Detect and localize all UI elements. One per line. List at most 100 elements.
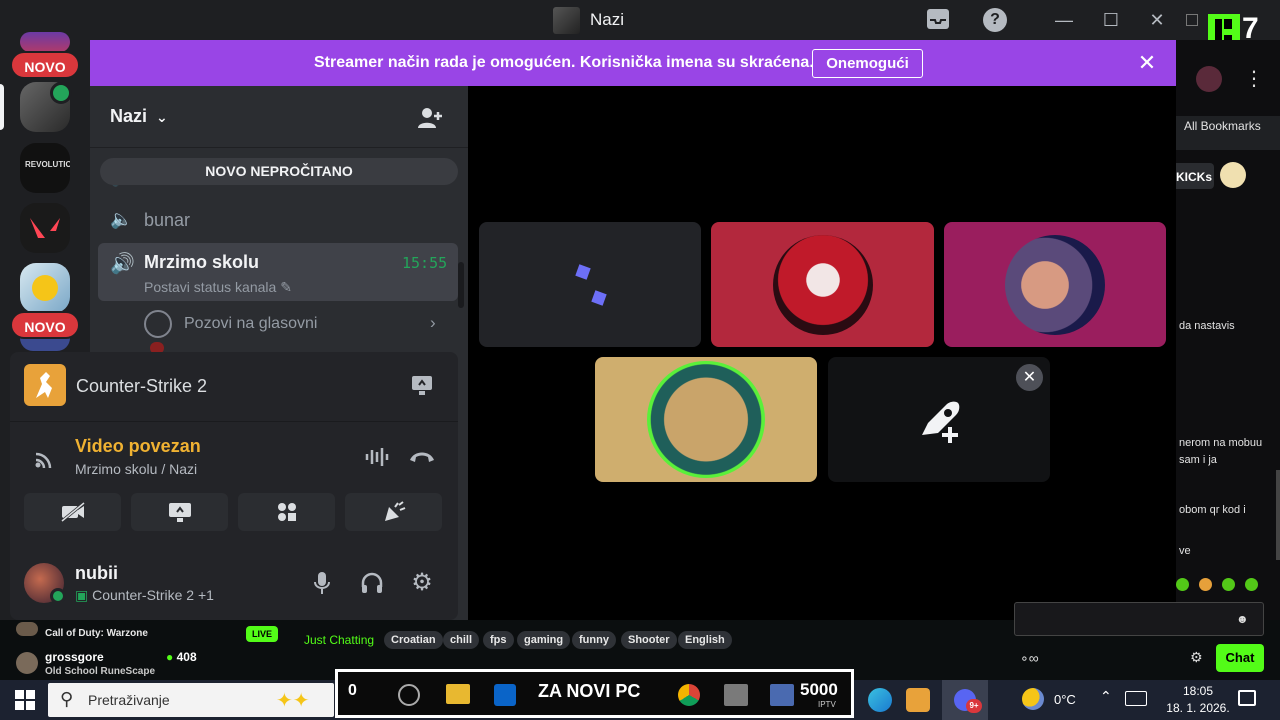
chat-send-button[interactable]: Chat	[1216, 644, 1264, 672]
streamer-avatar	[16, 622, 38, 636]
server-icon-valorant[interactable]	[20, 203, 70, 253]
add-member-icon[interactable]	[416, 104, 444, 132]
promo-text: ZA NOVI PC	[538, 681, 641, 701]
set-channel-status[interactable]: Postavi status kanala ✎	[144, 279, 292, 296]
streamer-avatar	[16, 652, 38, 674]
chat-line: sam i ja	[1179, 454, 1217, 466]
disconnect-icon[interactable]	[408, 448, 436, 466]
chat-scrollbar[interactable]	[1276, 470, 1280, 560]
outlook-icon[interactable]	[494, 684, 516, 706]
activities-button[interactable]	[238, 493, 335, 531]
stream-tag[interactable]: fps	[483, 631, 514, 649]
infinity-points-icon[interactable]: ∘∞	[1020, 650, 1039, 667]
edge-browser-icon[interactable]	[868, 688, 892, 712]
keyboard-icon[interactable]	[1125, 691, 1147, 706]
clock-time[interactable]: 18:05	[1172, 684, 1224, 698]
participant-tile[interactable]	[711, 222, 934, 347]
chrome-icon[interactable]	[678, 684, 700, 706]
noise-suppression-icon[interactable]	[364, 446, 390, 468]
disable-streamer-mode-button[interactable]: Onemogući	[812, 49, 923, 78]
connection-icon[interactable]	[34, 446, 56, 469]
emoji-icon[interactable]: ☻	[1236, 612, 1249, 626]
user-name[interactable]: nubii	[75, 563, 118, 584]
settings-gear-icon[interactable]: ⚙	[410, 571, 434, 595]
chat-line: obom qr kod i	[1179, 504, 1246, 516]
stream-tag[interactable]: gaming	[517, 631, 571, 649]
close-window-icon[interactable]: ✕	[1144, 8, 1170, 32]
live-dot-icon: ●	[166, 650, 174, 664]
invite-to-voice-button[interactable]: Pozovi na glasovni ›	[144, 310, 444, 340]
stream-game[interactable]: Old School RuneScape	[45, 666, 155, 677]
close-icon[interactable]: ✕	[1134, 50, 1160, 76]
camera-toggle-button[interactable]	[24, 493, 121, 531]
file-explorer-icon[interactable]	[446, 684, 470, 704]
participant-avatar	[647, 361, 765, 478]
help-icon[interactable]: ?	[983, 8, 1009, 32]
weather-icon[interactable]	[1022, 688, 1044, 710]
app-icon[interactable]	[724, 684, 748, 706]
server-icon-revolution[interactable]: REVOLUTION	[20, 143, 70, 193]
rocket-add-icon	[916, 397, 964, 445]
stream-tag[interactable]: chill	[443, 631, 480, 649]
channel-item-bunar[interactable]: 🔈 bunar	[98, 201, 448, 239]
minimize-icon[interactable]: —	[1051, 8, 1077, 32]
channel-item-mrzimo-skolu[interactable]: 🔊 Mrzimo skolu 15:55 Postavi status kana…	[98, 243, 458, 301]
profile-avatar[interactable]	[1196, 66, 1222, 92]
all-bookmarks-link[interactable]: All Bookmarks	[1184, 119, 1261, 133]
server-name: Nazi	[110, 106, 148, 126]
menu-dots-icon[interactable]: ⋮	[1244, 66, 1264, 91]
user-activity: ▣ Counter-Strike 2 +1	[75, 587, 214, 604]
windows-start-icon[interactable]	[15, 690, 35, 710]
divider	[90, 147, 468, 148]
kicks-label: KICKs	[1176, 170, 1213, 184]
stream-game[interactable]: Call of Duty: Warzone	[45, 628, 148, 639]
inbox-icon[interactable]	[925, 8, 951, 32]
chat-input[interactable]	[1014, 602, 1264, 636]
app-icon[interactable]	[770, 684, 794, 706]
tray-chevron-icon[interactable]: ⌃	[1100, 688, 1112, 705]
chevron-right-icon: ›	[430, 313, 436, 332]
notification-icon[interactable]	[1238, 690, 1256, 706]
restore-icon[interactable]	[1186, 14, 1198, 26]
camera-off-icon	[60, 501, 86, 523]
voice-status[interactable]: Video povezan	[75, 436, 201, 457]
discord-taskbar-button[interactable]: 9+	[942, 680, 988, 720]
channel-timer: 15:55	[402, 254, 448, 272]
speaker-icon: 🔈	[110, 209, 133, 229]
stream-tag[interactable]: English	[678, 631, 732, 649]
stream-tag[interactable]: Croatian	[384, 631, 443, 649]
stream-tag[interactable]: funny	[572, 631, 616, 649]
chat-settings-icon[interactable]: ⚙	[1190, 649, 1203, 666]
cs2-taskbar-icon[interactable]	[906, 688, 930, 712]
close-tile-icon[interactable]: ✕	[1016, 364, 1043, 391]
soundboard-button[interactable]	[345, 493, 442, 531]
share-screen-button[interactable]	[131, 493, 228, 531]
participant-tile[interactable]	[944, 222, 1166, 347]
screen-share-icon[interactable]	[410, 374, 434, 396]
selected-indicator	[0, 84, 4, 130]
live-badge: LIVE	[246, 626, 278, 642]
server-icon-character[interactable]	[20, 263, 70, 313]
stream-tag[interactable]: Shooter	[621, 631, 677, 649]
participant-tile-loading[interactable]	[479, 222, 701, 347]
search-placeholder: Pretraživanje	[88, 692, 170, 708]
taskbar-search-box[interactable]: ⚲ Pretraživanje ✦✦	[48, 683, 334, 717]
maximize-icon[interactable]: ☐	[1098, 8, 1124, 32]
category-link[interactable]: Just Chatting	[304, 633, 374, 647]
temperature[interactable]: 0°C	[1054, 692, 1076, 707]
obs-icon[interactable]	[398, 684, 420, 706]
server-name-header[interactable]: Nazi ⌄	[110, 106, 168, 127]
clock-date[interactable]: 18. 1. 2026.	[1156, 701, 1240, 715]
participant-avatar	[773, 235, 873, 335]
sparkle-icon: ✦✦	[276, 690, 310, 712]
emote-row	[1176, 578, 1276, 592]
participant-tile[interactable]	[595, 357, 817, 482]
headphones-icon[interactable]	[360, 571, 384, 595]
microphone-icon[interactable]	[312, 571, 332, 595]
streamer-name[interactable]: grossgore	[45, 650, 104, 664]
new-unread-badge[interactable]: NOVO NEPROČITANO	[100, 158, 458, 185]
voice-location[interactable]: Mrzimo skolu / Nazi	[75, 461, 197, 477]
scrollbar[interactable]	[458, 262, 464, 308]
server-icon[interactable]	[20, 32, 70, 52]
status-hint-label: Postavi status kanala	[144, 279, 277, 295]
